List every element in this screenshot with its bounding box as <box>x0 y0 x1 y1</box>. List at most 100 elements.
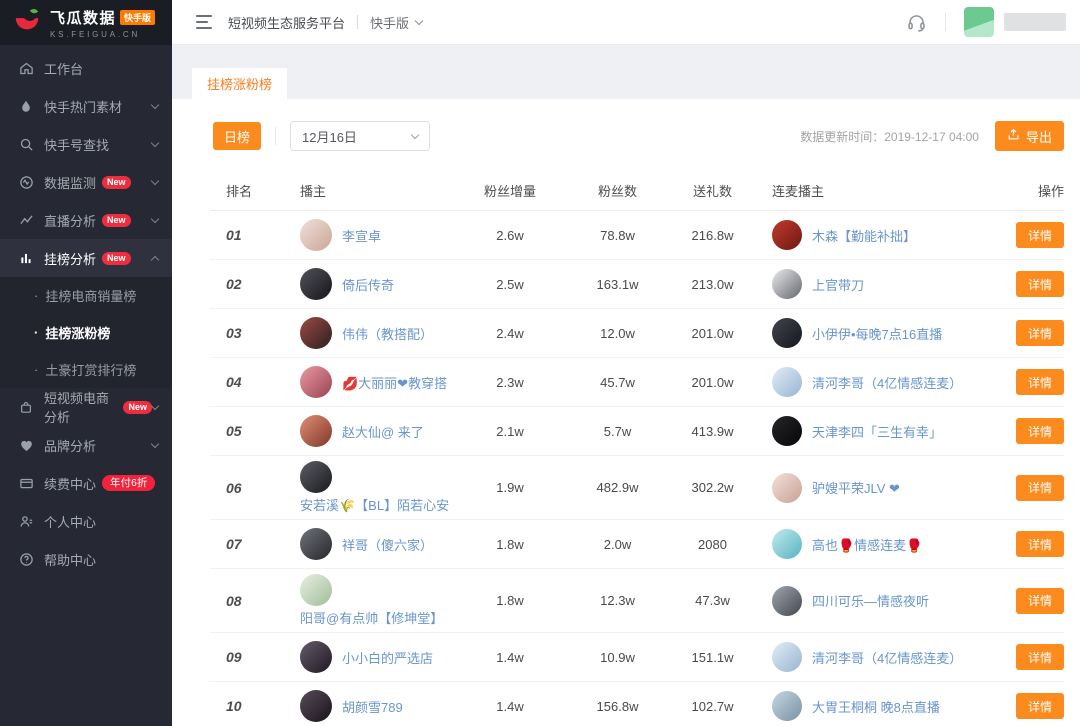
link-broadcaster-name-link[interactable]: 木森【勤能补拙】 <box>812 226 916 245</box>
broadcaster-name-link[interactable]: 伟伟（教搭配） <box>342 324 433 343</box>
link-broadcaster-name-link[interactable]: 驴嫂平荣JLV ❤ <box>812 478 900 497</box>
sidebar-subitem-tycoon-reward-rank[interactable]: 土豪打赏排行榜 <box>0 351 172 388</box>
tab-bar: 挂榜涨粉榜 <box>172 45 1080 99</box>
chevron-down-icon <box>151 176 159 184</box>
logo-subtitle: KS.FEIGUA.CN <box>50 30 155 39</box>
broadcaster-name-link[interactable]: 阳哥@有点帅【修坤堂】 <box>300 608 443 627</box>
detail-button[interactable]: 详情 <box>1016 222 1064 248</box>
broadcaster-avatar[interactable] <box>300 574 332 606</box>
sidebar-item-video-ecommerce-analysis[interactable]: 短视频电商分析 New <box>0 388 172 426</box>
fans-gain-value: 2.1w <box>450 424 570 439</box>
link-broadcaster-avatar[interactable] <box>772 367 802 397</box>
broadcaster-avatar[interactable] <box>300 528 332 560</box>
fans-gain-value: 1.4w <box>450 699 570 714</box>
link-broadcaster-name-link[interactable]: 天津李四「三生有幸」 <box>812 422 942 441</box>
daily-rank-button[interactable]: 日榜 <box>213 122 261 150</box>
detail-button[interactable]: 详情 <box>1016 588 1064 614</box>
date-select[interactable]: 12月16日 <box>290 121 430 151</box>
detail-button[interactable]: 详情 <box>1016 531 1064 557</box>
fans-total-value: 482.9w <box>570 480 665 495</box>
sidebar-item-data-monitor[interactable]: 数据监测 New <box>0 163 172 201</box>
sidebar-item-personal-center[interactable]: 个人中心 <box>0 502 172 540</box>
date-select-value: 12月16日 <box>302 127 357 146</box>
headset-icon[interactable] <box>906 12 927 33</box>
link-broadcaster-name-link[interactable]: 高也🥊情感连麦🥊 <box>812 535 922 554</box>
detail-button[interactable]: 详情 <box>1016 271 1064 297</box>
link-broadcaster-name-link[interactable]: 四川可乐—情感夜听 <box>812 591 929 610</box>
broadcaster-avatar[interactable] <box>300 641 332 673</box>
link-broadcaster-name-link[interactable]: 清河李哥（4亿情感连麦） <box>812 648 962 667</box>
link-broadcaster-avatar[interactable] <box>772 269 802 299</box>
link-broadcaster-avatar[interactable] <box>772 473 802 503</box>
broadcaster-avatar[interactable] <box>300 366 332 398</box>
link-broadcaster-name-link[interactable]: 小伊伊•每晚7点16直播 <box>812 324 942 343</box>
user-avatar[interactable] <box>964 7 994 37</box>
gifts-value: 151.1w <box>665 650 760 665</box>
table-row: 04 💋大丽丽❤教穿搭 2.3w 45.7w 201.0w 清河李哥（4亿情感连… <box>210 358 1064 407</box>
sidebar-item-renewal-center[interactable]: 续费中心 年付6折 <box>0 464 172 502</box>
sidebar-item-live-analysis[interactable]: 直播分析 New <box>0 201 172 239</box>
sidebar-item-help-center[interactable]: 帮助中心 <box>0 540 172 578</box>
new-badge: New <box>102 214 131 227</box>
detail-button[interactable]: 详情 <box>1016 418 1064 444</box>
content-card: 日榜 12月16日 数据更新时间：2019-12-17 04:00 导出 排名 … <box>172 99 1080 726</box>
user-icon <box>18 513 34 529</box>
link-broadcaster-avatar[interactable] <box>772 691 802 721</box>
broadcaster-name-link[interactable]: 倚后传奇 <box>342 275 394 294</box>
search-icon <box>18 136 34 152</box>
sidebar-item-label: 续费中心 <box>44 474 96 493</box>
broadcaster-avatar[interactable] <box>300 317 332 349</box>
sidebar-subitem-fans-growth-rank[interactable]: 挂榜涨粉榜 <box>0 314 172 351</box>
fans-gain-value: 1.4w <box>450 650 570 665</box>
link-broadcaster-avatar[interactable] <box>772 318 802 348</box>
link-broadcaster-name-link[interactable]: 大胃王桐桐 晚8点直播 <box>812 697 940 716</box>
link-broadcaster-avatar[interactable] <box>772 529 802 559</box>
upload-icon <box>1007 128 1020 144</box>
broadcaster-avatar[interactable] <box>300 461 332 493</box>
gifts-value: 102.7w <box>665 699 760 714</box>
link-broadcaster-avatar[interactable] <box>772 586 802 616</box>
broadcaster-avatar[interactable] <box>300 690 332 722</box>
broadcaster-name-link[interactable]: 赵大仙@ 来了 <box>342 422 424 441</box>
broadcaster-name-link[interactable]: 小小白的严选店 <box>342 648 433 667</box>
link-broadcaster-avatar[interactable] <box>772 220 802 250</box>
detail-button[interactable]: 详情 <box>1016 475 1064 501</box>
fans-total-value: 12.0w <box>570 326 665 341</box>
table-header: 排名 播主 粉丝增量 粉丝数 送礼数 连麦播主 操作 <box>210 171 1064 211</box>
link-broadcaster-name-link[interactable]: 清河李哥（4亿情感连麦） <box>812 373 962 392</box>
broadcaster-avatar[interactable] <box>300 268 332 300</box>
broadcaster-avatar[interactable] <box>300 219 332 251</box>
detail-button[interactable]: 详情 <box>1016 320 1064 346</box>
logo-title: 飞瓜数据 <box>50 7 116 28</box>
tab-fans-growth-rank[interactable]: 挂榜涨粉榜 <box>192 68 287 99</box>
sidebar-subitem-ecommerce-sales-rank[interactable]: 挂榜电商销量榜 <box>0 277 172 314</box>
column-header-broadcaster: 播主 <box>280 181 450 200</box>
link-broadcaster-name-link[interactable]: 上官带刀 <box>812 275 864 294</box>
export-button[interactable]: 导出 <box>995 121 1064 151</box>
sidebar-item-workbench[interactable]: 工作台 <box>0 49 172 87</box>
link-broadcaster-avatar[interactable] <box>772 416 802 446</box>
sidebar-item-ranking-analysis[interactable]: 挂榜分析 New <box>0 239 172 277</box>
edition-switcher[interactable]: 快手版 <box>370 13 422 32</box>
broadcaster-name-link[interactable]: 安若溪🌾【BL】陌若心安 <box>300 495 449 514</box>
chevron-down-icon <box>151 214 159 222</box>
broadcaster-name-link[interactable]: 💋大丽丽❤教穿搭 <box>342 373 447 392</box>
fans-total-value: 12.3w <box>570 593 665 608</box>
broadcaster-name-link[interactable]: 胡颜雪789 <box>342 697 403 716</box>
app-logo[interactable]: 飞瓜数据 快手版 KS.FEIGUA.CN <box>0 0 172 45</box>
table-row: 05 赵大仙@ 来了 2.1w 5.7w 413.9w 天津李四「三生有幸」 详… <box>210 407 1064 456</box>
menu-collapse-icon[interactable] <box>196 15 214 29</box>
detail-button[interactable]: 详情 <box>1016 369 1064 395</box>
link-broadcaster-avatar[interactable] <box>772 642 802 672</box>
fans-total-value: 10.9w <box>570 650 665 665</box>
sidebar-item-account-search[interactable]: 快手号查找 <box>0 125 172 163</box>
detail-button[interactable]: 详情 <box>1016 693 1064 719</box>
table-row: 10 胡颜雪789 1.4w 156.8w 102.7w 大胃王桐桐 晚8点直播… <box>210 682 1064 726</box>
detail-button[interactable]: 详情 <box>1016 644 1064 670</box>
sidebar-item-hot-materials[interactable]: 快手热门素材 <box>0 87 172 125</box>
new-badge: New <box>102 176 131 189</box>
broadcaster-name-link[interactable]: 祥哥（傻六家） <box>342 535 433 554</box>
sidebar-item-brand-analysis[interactable]: 品牌分析 <box>0 426 172 464</box>
broadcaster-avatar[interactable] <box>300 415 332 447</box>
broadcaster-name-link[interactable]: 李宣卓 <box>342 226 381 245</box>
